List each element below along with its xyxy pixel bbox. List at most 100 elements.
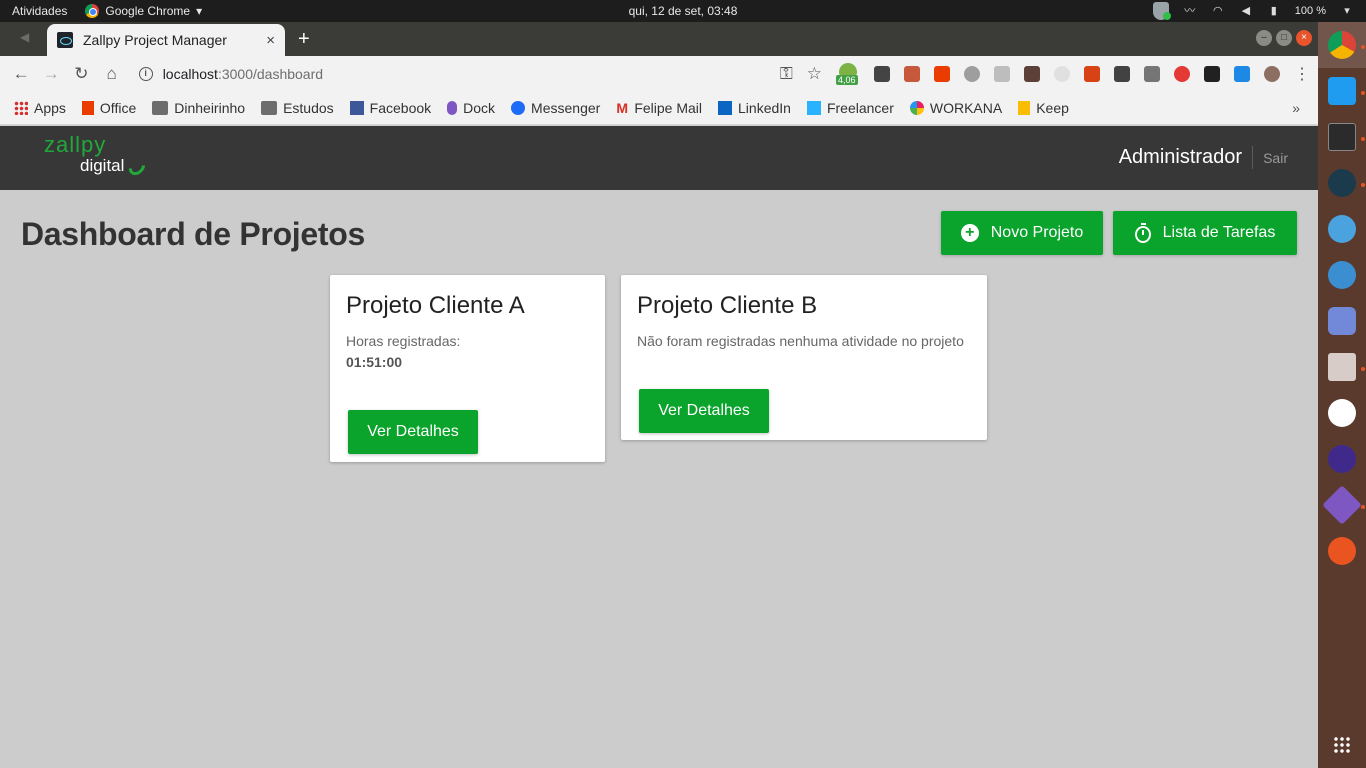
browser-alt-icon[interactable] xyxy=(1328,215,1356,243)
folder-icon xyxy=(152,101,169,115)
battery-icon[interactable]: ▮ xyxy=(1267,4,1281,18)
bookmark-freelancer[interactable]: Freelancer xyxy=(806,100,894,116)
new-tab-button[interactable]: + xyxy=(298,28,310,51)
bookmark-messenger[interactable]: Messenger xyxy=(511,100,600,116)
show-applications-icon[interactable] xyxy=(1333,736,1351,754)
url-text[interactable]: localhost:3000/dashboard xyxy=(163,66,323,82)
tab-zallpy[interactable]: Zallpy Project Manager × xyxy=(47,24,285,56)
profile-avatar-icon[interactable] xyxy=(1264,66,1280,82)
cast-extension-icon[interactable] xyxy=(1234,66,1250,82)
maximize-button[interactable]: □ xyxy=(1276,30,1292,46)
bookmark-facebook[interactable]: Facebook xyxy=(349,100,432,116)
cat-extension-icon[interactable] xyxy=(1024,66,1040,82)
folder-icon xyxy=(261,101,278,115)
project-name: Projeto Cliente B xyxy=(637,292,818,319)
bookmark-office[interactable]: Office xyxy=(81,100,137,116)
hours-label: Horas registradas: xyxy=(346,333,461,349)
running-indicator xyxy=(1361,45,1365,49)
eclipse-icon[interactable] xyxy=(1328,445,1356,473)
puzzle-extension-icon[interactable] xyxy=(1084,66,1100,82)
block-extension-icon[interactable] xyxy=(1174,66,1190,82)
m-extension-icon[interactable] xyxy=(994,66,1010,82)
reload-icon[interactable]: ↻ xyxy=(66,64,96,84)
android-extension-icon[interactable]: 4,06 xyxy=(836,63,860,85)
address-bar[interactable]: i localhost:3000/dashboard xyxy=(138,60,780,88)
bookmark-label: Felipe Mail xyxy=(634,100,703,116)
bookmark-dock[interactable]: Dock xyxy=(447,100,495,116)
bookmark-label: Keep xyxy=(1036,100,1069,116)
page-title: Dashboard de Projetos xyxy=(21,216,365,252)
bookmark-keep[interactable]: Keep xyxy=(1018,100,1069,116)
archive-icon[interactable] xyxy=(1328,353,1356,381)
discord-icon[interactable] xyxy=(1328,307,1356,335)
bookmark-apps[interactable]: Apps xyxy=(14,100,66,116)
gitkraken-icon[interactable] xyxy=(1328,169,1356,197)
info-icon[interactable]: i xyxy=(138,67,153,81)
close-icon[interactable]: × xyxy=(266,32,275,49)
chrome-menu-icon[interactable]: ⋮ xyxy=(1294,64,1310,84)
url-host: localhost xyxy=(162,66,218,82)
vscode-icon[interactable] xyxy=(1328,77,1356,105)
bookmarks-overflow-button[interactable]: » xyxy=(1292,100,1300,116)
running-indicator xyxy=(1361,183,1365,187)
download-extension-icon[interactable] xyxy=(1114,66,1130,82)
terminal-icon[interactable] xyxy=(1328,123,1356,151)
view-details-button[interactable]: Ver Detalhes xyxy=(348,410,478,454)
shield-icon[interactable] xyxy=(1152,2,1171,20)
mongodb-icon[interactable] xyxy=(1328,399,1356,427)
activities-button[interactable]: Atividades xyxy=(0,4,79,18)
system-top-bar: Atividades Google Chrome ▾ qui, 12 de se… xyxy=(0,0,1366,22)
zallpy-logo[interactable]: zallpy digital xyxy=(44,132,149,179)
window-close-button[interactable]: × xyxy=(1296,30,1312,46)
minimize-button[interactable]: – xyxy=(1256,30,1272,46)
audio-icon: ◀ xyxy=(20,30,30,44)
extensions-area: ⚿ ☆ 4,06 ⋮ xyxy=(780,63,1318,85)
bookmark-workana[interactable]: WORKANA xyxy=(909,100,1003,116)
bookmark-dinheirinho[interactable]: Dinheirinho xyxy=(152,100,245,116)
bookmark-label: Facebook xyxy=(369,100,432,116)
running-indicator xyxy=(1361,505,1365,509)
bookmark-label: Dock xyxy=(463,100,496,116)
forward-arrow-icon[interactable]: → xyxy=(36,64,66,84)
bookmark-estudos[interactable]: Estudos xyxy=(261,100,334,116)
lightbulb-extension-icon[interactable] xyxy=(874,66,890,82)
logo-text-digital: digital xyxy=(80,156,125,175)
clock-extension-icon[interactable] xyxy=(1054,66,1070,82)
gmail-icon: M xyxy=(616,100,628,116)
home-icon[interactable]: ⌂ xyxy=(97,64,127,84)
bookmark-label: WORKANA xyxy=(929,100,1003,116)
key-icon[interactable]: ⚿ xyxy=(780,64,793,84)
facebook-icon xyxy=(349,101,364,115)
workana-icon xyxy=(909,101,924,115)
battery-level: 100 % xyxy=(1294,5,1326,17)
power-extension-icon[interactable] xyxy=(964,66,980,82)
ubuntu-software-icon[interactable] xyxy=(1328,537,1356,565)
power-menu-icon[interactable]: ▾ xyxy=(1340,4,1354,18)
slides-extension-icon[interactable] xyxy=(904,66,920,82)
task-list-button[interactable]: Lista de Tarefas xyxy=(1113,211,1297,255)
volume-icon[interactable]: ◀ xyxy=(1239,4,1253,18)
bookmark-felipe-mail[interactable]: M Felipe Mail xyxy=(616,100,702,116)
apps-grid-icon xyxy=(14,101,28,115)
bookmark-label: Office xyxy=(99,100,137,116)
new-project-button[interactable]: + Novo Projeto xyxy=(941,211,1103,255)
gnome-extension-icon[interactable] xyxy=(1204,66,1220,82)
star-icon[interactable]: ☆ xyxy=(807,64,822,84)
wifi-icon[interactable]: ◠ xyxy=(1211,4,1225,18)
back-arrow-icon[interactable]: ← xyxy=(6,64,36,84)
diamond-app-icon[interactable] xyxy=(1322,485,1362,525)
office-extension-icon[interactable] xyxy=(934,66,950,82)
view-details-button[interactable]: Ver Detalhes xyxy=(639,389,769,433)
bookmark-label: Apps xyxy=(34,100,66,116)
mustache-icon[interactable]: 〰 xyxy=(1183,4,1197,18)
office-icon xyxy=(81,101,94,115)
window-controls: – □ × xyxy=(1256,30,1312,46)
mustache-app-icon[interactable] xyxy=(1328,261,1356,289)
browser-toolbar: ← → ↻ ⌂ i localhost:3000/dashboard ⚿ ☆ 4… xyxy=(0,56,1318,92)
chrome-icon[interactable] xyxy=(1328,31,1356,59)
project-card: Projeto Cliente B Não foram registradas … xyxy=(621,275,987,440)
logout-link[interactable]: Sair xyxy=(1253,150,1288,166)
bookmark-linkedin[interactable]: LinkedIn xyxy=(718,100,791,116)
vimeo-extension-icon[interactable] xyxy=(1144,66,1160,82)
app-menu[interactable]: Google Chrome ▾ xyxy=(79,4,208,18)
